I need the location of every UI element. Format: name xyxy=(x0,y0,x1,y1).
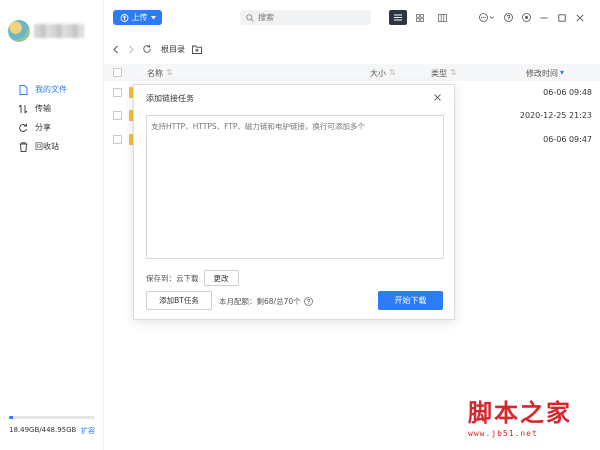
site-watermark: 脚本之家 www.jb51.net xyxy=(468,400,594,446)
top-toolbar: 上传 xyxy=(104,0,600,34)
save-location-text: 保存到：云下载 xyxy=(146,273,199,283)
sidebar-item-label: 分享 xyxy=(35,123,51,132)
row-checkbox[interactable] xyxy=(113,135,122,144)
minimize-button[interactable] xyxy=(538,10,550,25)
share-icon xyxy=(18,123,28,133)
upload-button[interactable]: 上传 xyxy=(113,10,162,25)
change-location-button[interactable]: 更改 xyxy=(203,270,239,286)
storage-bar xyxy=(9,416,95,419)
upload-label: 上传 xyxy=(131,13,148,22)
sort-desc-icon: ▾ xyxy=(560,68,565,77)
user-profile[interactable] xyxy=(8,20,84,42)
forward-arrow-icon[interactable] xyxy=(127,45,135,54)
search-box[interactable] xyxy=(240,10,371,25)
back-arrow-icon[interactable] xyxy=(112,45,120,54)
monthly-quota: 本月配额：剩68/总70个 xyxy=(219,296,313,307)
path-bar: 根目录 xyxy=(104,38,600,60)
file-icon xyxy=(18,84,28,95)
settings-button[interactable] xyxy=(520,10,532,25)
column-header-modified[interactable]: 修改时间 xyxy=(526,68,558,79)
sort-icon: ⇅ xyxy=(166,68,173,77)
cloud-upload-icon xyxy=(120,13,128,22)
refresh-icon[interactable] xyxy=(142,44,152,54)
grid-view-button[interactable] xyxy=(411,10,429,25)
view-mode-switcher xyxy=(389,10,451,25)
sort-icon: ⇅ xyxy=(450,68,457,77)
window-controls xyxy=(478,10,586,25)
new-folder-icon[interactable] xyxy=(192,45,202,54)
columns-icon xyxy=(437,13,447,22)
storage-usage: 18.49GB/448.95GB 扩容 xyxy=(9,416,95,436)
close-window-button[interactable] xyxy=(574,10,586,25)
column-header-type[interactable]: 类型 xyxy=(431,68,447,79)
save-location-row: 保存到：云下载 更改 xyxy=(146,270,239,286)
breadcrumb-root[interactable]: 根目录 xyxy=(161,44,185,55)
add-link-task-dialog: 添加链接任务 保存到：云下载 更改 添加BT任务 本月配额：剩68/总70个 开… xyxy=(133,84,455,320)
transfer-icon xyxy=(18,104,28,114)
avatar[interactable] xyxy=(8,20,30,42)
expand-storage-link[interactable]: 扩容 xyxy=(81,426,95,436)
column-header-size[interactable]: 大小 xyxy=(370,68,386,79)
list-view-button[interactable] xyxy=(389,10,407,25)
sidebar-item-share[interactable]: 分享 xyxy=(0,118,103,137)
more-icon xyxy=(479,13,494,22)
more-menu-button[interactable] xyxy=(478,10,496,25)
start-download-button[interactable]: 开始下载 xyxy=(378,291,443,310)
sidebar-nav: 我的文件 传输 分享 回收站 xyxy=(0,80,103,156)
storage-bar-fill xyxy=(9,416,13,419)
search-icon xyxy=(246,13,254,22)
maximize-button[interactable] xyxy=(556,10,568,25)
sidebar: 我的文件 传输 分享 回收站 18.49GB/448.95GB 扩容 xyxy=(0,0,104,450)
link-input-textarea[interactable] xyxy=(146,115,444,259)
list-icon xyxy=(394,14,402,21)
trash-icon xyxy=(18,141,28,152)
row-modified: 2020-12-25 21:23 xyxy=(519,111,592,120)
storage-used-text: 18.49GB/448.95GB xyxy=(9,426,77,434)
grid-icon xyxy=(416,13,424,22)
watermark-logo-text: 脚本之家 xyxy=(468,398,572,427)
sidebar-item-transfer[interactable]: 传输 xyxy=(0,99,103,118)
dialog-close-button[interactable] xyxy=(432,92,442,102)
column-header-name[interactable]: 名称 xyxy=(147,68,163,79)
row-checkbox[interactable] xyxy=(113,88,122,97)
help-icon xyxy=(503,13,513,22)
file-table-header: 名称 ⇅ 大小 ⇅ 类型 ⇅ 修改时间 ▾ xyxy=(104,64,600,81)
help-icon[interactable] xyxy=(303,297,313,306)
row-checkbox[interactable] xyxy=(113,111,122,120)
close-icon xyxy=(433,93,441,101)
row-modified: 06-06 09:48 xyxy=(543,88,592,97)
sidebar-item-label: 传输 xyxy=(35,104,51,113)
target-icon xyxy=(521,13,531,22)
sidebar-item-label: 我的文件 xyxy=(35,85,67,94)
minimize-icon xyxy=(540,17,548,18)
username-blurred xyxy=(34,24,84,38)
preview-view-button[interactable] xyxy=(433,10,451,25)
row-modified: 06-06 09:47 xyxy=(543,135,592,144)
help-button[interactable] xyxy=(502,10,514,25)
search-input[interactable] xyxy=(258,13,358,22)
close-icon xyxy=(576,13,584,22)
sidebar-item-label: 回收站 xyxy=(35,142,59,151)
sidebar-item-recycle-bin[interactable]: 回收站 xyxy=(0,137,103,156)
quota-text: 本月配额：剩68/总70个 xyxy=(219,297,301,306)
maximize-icon xyxy=(558,13,566,22)
caret-down-icon xyxy=(150,15,156,19)
add-bt-task-button[interactable]: 添加BT任务 xyxy=(146,291,212,310)
select-all-checkbox[interactable] xyxy=(113,68,122,77)
sidebar-item-my-files[interactable]: 我的文件 xyxy=(0,80,103,99)
watermark-url: www.jb51.net xyxy=(468,429,538,438)
dialog-title: 添加链接任务 xyxy=(146,94,194,103)
sort-icon: ⇅ xyxy=(389,68,396,77)
